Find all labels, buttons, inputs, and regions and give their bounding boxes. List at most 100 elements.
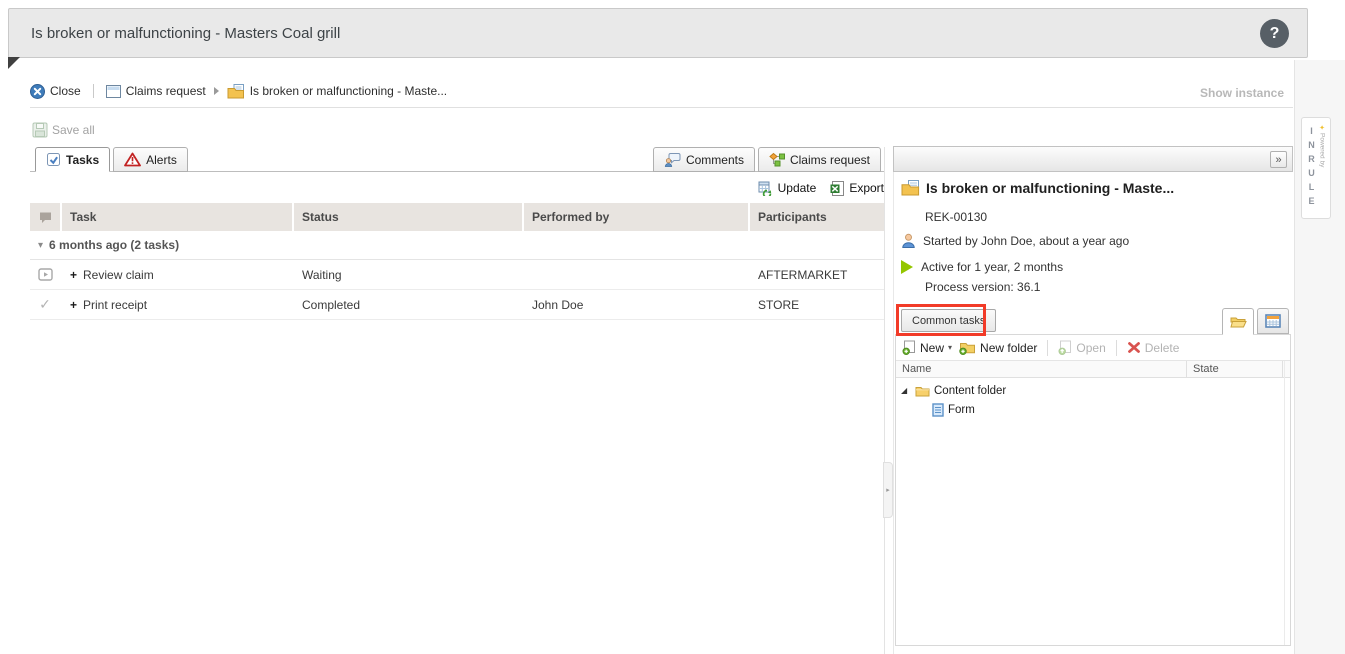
close-button[interactable]: Close (30, 84, 81, 99)
expand-row-icon[interactable]: + (70, 298, 77, 312)
help-button[interactable]: ? (1260, 19, 1289, 48)
tab-alerts[interactable]: Alerts (113, 147, 188, 172)
powered-by-inrule-tab[interactable]: INRULE ✦ Powered by (1301, 117, 1331, 219)
task-performed-by (524, 260, 748, 289)
toolbar-separator (1116, 340, 1117, 356)
process-version: Process version: 36.1 (925, 280, 1040, 294)
task-participants: STORE (750, 290, 884, 319)
folder-icon (915, 385, 930, 397)
breadcrumb-case-label: Is broken or malfunctioning - Maste... (250, 84, 447, 98)
case-title-text: Is broken or malfunctioning - Maste... (926, 180, 1174, 196)
new-label: New (920, 341, 944, 355)
table-row[interactable]: + Review claim Waiting AFTERMARKET (30, 260, 884, 290)
new-folder-icon (959, 341, 976, 355)
inrule-brand-text: INRULE (1307, 126, 1317, 218)
tree-item-form[interactable]: Form (896, 400, 1290, 419)
delete-button[interactable]: Delete (1127, 341, 1180, 355)
panel-left-border (893, 172, 894, 654)
open-icon (1058, 340, 1072, 355)
column-status[interactable]: Status (294, 203, 522, 231)
claims-diagram-icon (769, 152, 785, 167)
update-button[interactable]: Update (758, 178, 817, 198)
task-name[interactable]: Review claim (83, 268, 154, 282)
sparkle-icon: ✦ (1319, 126, 1325, 132)
active-play-icon (901, 260, 913, 274)
column-performed-by[interactable]: Performed by (524, 203, 748, 231)
column-participants[interactable]: Participants (750, 203, 884, 231)
window-title: Is broken or malfunctioning - Masters Co… (31, 25, 340, 42)
tree-item-label: Form (948, 404, 975, 416)
case-icon (227, 84, 245, 99)
group-label: 6 months ago (2 tasks) (49, 238, 179, 252)
splitter-collapse-handle[interactable]: ▸ (883, 462, 893, 518)
calendar-tab-icon (1265, 314, 1281, 328)
new-dropdown-icon[interactable]: ▾ (948, 343, 952, 352)
tab-calendar-view[interactable] (1257, 308, 1289, 334)
double-chevron-icon: » (1275, 154, 1281, 166)
toolbar-separator (1047, 340, 1048, 356)
breadcrumb-separator (93, 84, 94, 98)
tab-comments[interactable]: Comments (653, 147, 755, 172)
delete-icon (1127, 341, 1141, 354)
breadcrumb-case[interactable]: Is broken or malfunctioning - Maste... (227, 84, 447, 99)
show-instance-button[interactable]: Show instance (1200, 86, 1284, 100)
table-row[interactable]: ✓ + Print receipt Completed John Doe STO… (30, 290, 884, 320)
case-icon (901, 180, 920, 196)
group-collapse-icon[interactable]: ▾ (38, 240, 43, 251)
export-button[interactable]: Export (830, 178, 884, 198)
process-window-icon (106, 85, 121, 98)
tab-comments-label: Comments (686, 153, 744, 167)
column-comments[interactable] (30, 203, 60, 231)
new-folder-button[interactable]: New folder (959, 341, 1037, 355)
tasks-icon (46, 152, 61, 167)
task-performed-by: John Doe (524, 290, 748, 319)
task-group-row[interactable]: ▾ 6 months ago (2 tasks) (30, 231, 884, 260)
table-actions: Update Export (630, 178, 884, 198)
document-icon (932, 403, 944, 417)
column-task[interactable]: Task (62, 203, 292, 231)
new-folder-label: New folder (980, 341, 1037, 355)
started-by-row: Started by John Doe, about a year ago (901, 233, 1129, 248)
content-folder-panel: New ▾ New folder Open Delete Name State … (895, 334, 1291, 646)
common-tasks-label: Common tasks (912, 315, 985, 327)
corner-marker-icon (8, 57, 20, 69)
window-title-bar: Is broken or malfunctioning - Masters Co… (8, 8, 1308, 58)
tree-expander-icon[interactable]: ◢ (901, 386, 911, 395)
case-number: REK-00130 (925, 210, 987, 224)
column-name[interactable]: Name (896, 361, 1187, 377)
splitter-line (884, 147, 885, 654)
completed-task-icon: ✓ (39, 296, 51, 313)
case-panel-toolbar: » (893, 146, 1293, 172)
comments-icon (664, 152, 681, 167)
person-icon (901, 233, 916, 248)
content-toolbar: New ▾ New folder Open Delete (896, 335, 1290, 361)
task-name[interactable]: Print receipt (83, 298, 147, 312)
common-tasks-button[interactable]: Common tasks (901, 309, 996, 332)
alert-icon (124, 152, 141, 167)
tab-content-folder-view[interactable] (1222, 308, 1254, 335)
breadcrumb-arrow-icon (214, 87, 219, 95)
column-state[interactable]: State (1187, 361, 1283, 377)
save-all-button[interactable]: Save all (32, 122, 95, 138)
folder-tab-icon (1230, 315, 1247, 328)
active-for-text: Active for 1 year, 2 months (921, 260, 1063, 274)
task-participants: AFTERMARKET (750, 260, 884, 289)
case-panel-title: Is broken or malfunctioning - Maste... (901, 180, 1174, 196)
tab-claims-request[interactable]: Claims request (758, 147, 881, 172)
expand-row-icon[interactable]: + (70, 268, 77, 282)
export-label: Export (849, 181, 884, 195)
started-by-text: Started by John Doe, about a year ago (923, 234, 1129, 248)
tab-tasks[interactable]: Tasks (35, 147, 110, 172)
waiting-task-icon (38, 268, 53, 281)
breadcrumb-process[interactable]: Claims request (106, 84, 206, 98)
state-column-line (1284, 361, 1285, 645)
panel-collapse-button[interactable]: » (1270, 151, 1287, 168)
task-status: Waiting (294, 260, 522, 289)
breadcrumb-divider (30, 107, 1293, 108)
open-label: Open (1076, 341, 1105, 355)
tree-item-content-folder[interactable]: ◢ Content folder (896, 381, 1290, 400)
right-tabs: Comments Claims request (653, 147, 884, 171)
new-button[interactable]: New ▾ (902, 340, 952, 355)
open-button[interactable]: Open (1058, 340, 1105, 355)
new-icon (902, 340, 916, 355)
